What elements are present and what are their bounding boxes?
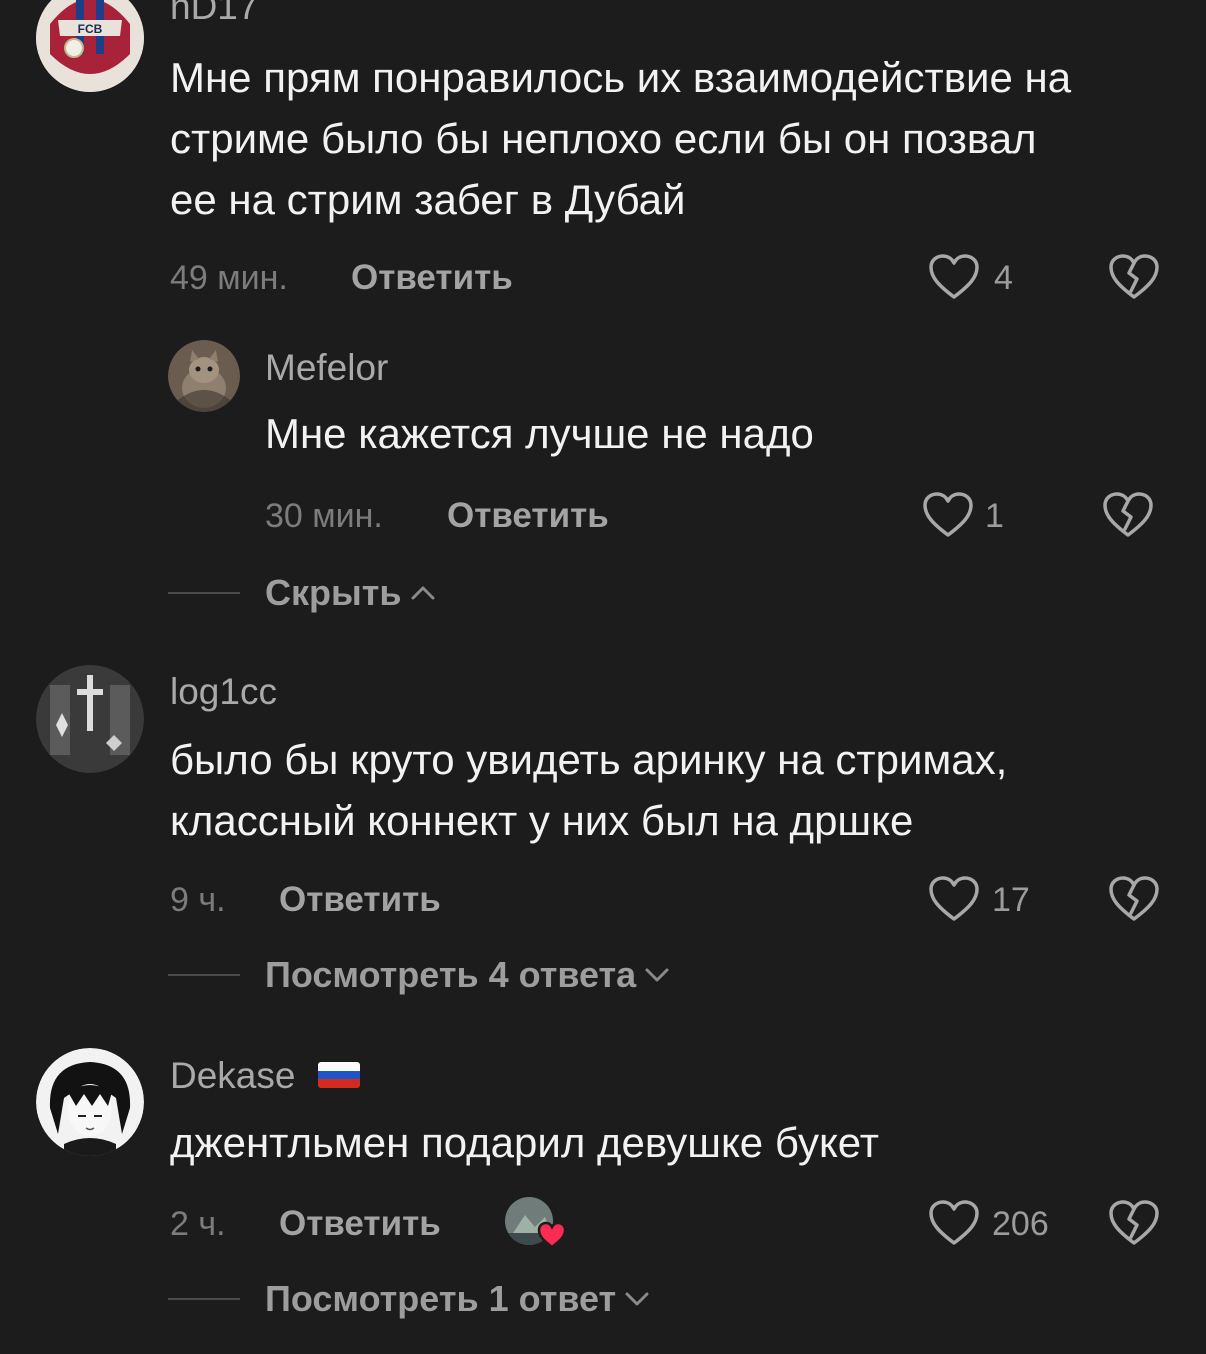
- like-button[interactable]: [928, 875, 980, 923]
- view-replies-button[interactable]: Посмотреть 4 ответа: [265, 957, 670, 993]
- comment-text-line: классный коннект у них был на дршке: [170, 797, 914, 844]
- comment-body: было бы круто увидеть аринку на стримах,…: [170, 729, 1007, 851]
- hide-replies-button[interactable]: Скрыть: [265, 575, 436, 611]
- reply-button[interactable]: Ответить: [447, 498, 609, 533]
- comment-timestamp: 2 ч.: [170, 1205, 226, 1243]
- view-replies-label: Посмотреть 4 ответа: [265, 954, 637, 995]
- dislike-button[interactable]: [1108, 253, 1160, 301]
- red-heart-icon: [537, 1221, 567, 1249]
- avatar[interactable]: FCB: [36, 0, 144, 92]
- comment-text-line: стриме было бы неплохо если бы он позвал: [170, 115, 1037, 162]
- avatar[interactable]: [168, 340, 240, 412]
- like-button[interactable]: [928, 253, 980, 301]
- avatar[interactable]: [36, 1048, 144, 1156]
- thread-divider: [168, 974, 240, 976]
- broken-heart-icon: [1103, 492, 1153, 537]
- broken-heart-icon: [1109, 254, 1159, 299]
- reply-button[interactable]: Ответить: [279, 882, 441, 917]
- dislike-button[interactable]: [1102, 491, 1154, 539]
- comment-timestamp: 9 ч.: [170, 881, 226, 919]
- chevron-up-icon: [411, 586, 435, 600]
- broken-heart-icon: [1109, 876, 1159, 921]
- comment-text-line: джентльмен подарил девушке букет: [170, 1119, 879, 1166]
- dislike-button[interactable]: [1108, 875, 1160, 923]
- reply-timestamp: 30 мин.: [265, 497, 383, 535]
- broken-heart-icon: [1109, 1200, 1159, 1245]
- like-button[interactable]: [922, 491, 974, 539]
- creator-liked-badge: [505, 1197, 567, 1249]
- view-replies-button[interactable]: Посмотреть 1 ответ: [265, 1281, 650, 1317]
- avatar-crest-text: FCB: [78, 22, 103, 36]
- comment-text-line: Мне прям понравилось их взаимодействие н…: [170, 54, 1072, 101]
- heart-outline-icon: [929, 876, 979, 921]
- thread-divider: [168, 1298, 240, 1300]
- russia-flag-icon: [318, 1062, 360, 1088]
- reply-button[interactable]: Ответить: [351, 260, 513, 295]
- like-button[interactable]: [928, 1199, 980, 1247]
- heart-outline-icon: [923, 492, 973, 537]
- heart-outline-icon: [929, 1200, 979, 1245]
- like-count: 4: [994, 259, 1013, 297]
- comment-username[interactable]: Dekase: [170, 1057, 295, 1094]
- comment-timestamp: 49 мин.: [170, 259, 288, 297]
- avatar[interactable]: [36, 665, 144, 773]
- like-count: 1: [985, 497, 1004, 535]
- reply-button[interactable]: Ответить: [279, 1206, 441, 1241]
- like-count: 17: [992, 881, 1030, 919]
- hide-replies-label: Скрыть: [265, 572, 402, 613]
- dislike-button[interactable]: [1108, 1199, 1160, 1247]
- comment-text-line: было бы круто увидеть аринку на стримах,: [170, 736, 1008, 783]
- chevron-down-icon: [645, 968, 669, 982]
- comment-text-line: ее на стрим забег в Дубай: [170, 176, 686, 223]
- heart-outline-icon: [929, 254, 979, 299]
- reply-username[interactable]: Mefelor: [265, 349, 388, 386]
- chevron-down-icon: [625, 1292, 649, 1306]
- thread-divider: [168, 592, 240, 594]
- comment-username[interactable]: nD17: [170, 0, 258, 25]
- like-count: 206: [992, 1205, 1049, 1243]
- view-replies-label: Посмотреть 1 ответ: [265, 1278, 617, 1319]
- comment-username[interactable]: log1cc: [170, 673, 277, 710]
- comment-body: Мне прям понравилось их взаимодействие н…: [170, 47, 1071, 230]
- reply-text: Мне кажется лучше не надо: [265, 410, 814, 457]
